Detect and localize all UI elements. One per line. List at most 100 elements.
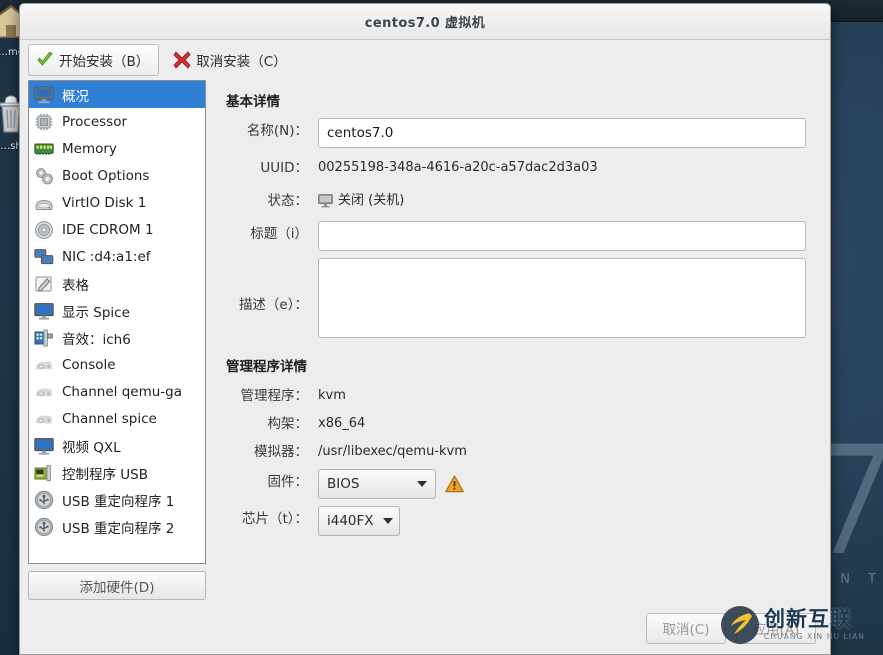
sidebar-item-12[interactable]: Channel spice — [29, 405, 205, 432]
sidebar-item-label: VirtIO Disk 1 — [62, 194, 147, 211]
sidebar-item-label: 表格 — [62, 277, 89, 294]
emulator-label: 模拟器： — [254, 444, 308, 460]
sidebar-item-15[interactable]: USB 重定向程序 1 — [29, 486, 205, 513]
cancel-button[interactable]: 取消(C) — [646, 612, 726, 644]
harddisk-icon — [34, 193, 54, 213]
sidebar-item-6[interactable]: NIC :d4:a1:ef — [29, 243, 205, 270]
hardware-sidebar: 概况 Processor Memory Boot Options VirtIO Disk… — [20, 80, 210, 610]
sidebar-item-label: NIC :d4:a1:ef — [62, 248, 151, 265]
hypervisor-value: kvm — [318, 388, 346, 403]
shutoff-monitor-icon — [318, 194, 333, 208]
console-icon — [34, 409, 54, 429]
firmware-value: BIOS — [327, 476, 360, 492]
basic-details-heading: 基本详情 — [226, 94, 280, 110]
name-input[interactable] — [318, 118, 806, 148]
chevron-down-icon — [417, 481, 427, 487]
sidebar-item-5[interactable]: IDE CDROM 1 — [29, 216, 205, 243]
sidebar-item-13[interactable]: 视频 QXL — [29, 432, 205, 459]
sidebar-item-10[interactable]: Console — [29, 351, 205, 378]
window-body: 概况 Processor Memory Boot Options VirtIO Disk… — [20, 80, 830, 610]
window-titlebar[interactable]: centos7.0 虚拟机 — [20, 4, 830, 40]
chevron-down-icon — [383, 518, 393, 524]
firmware-row: 固件： BIOS — [226, 469, 818, 499]
sidebar-item-label: 概况 — [62, 88, 89, 105]
status-value-wrap: 关闭 (关机) — [318, 188, 404, 214]
usb-icon — [34, 517, 54, 537]
hardware-list[interactable]: 概况 Processor Memory Boot Options VirtIO Disk… — [28, 80, 206, 564]
sidebar-item-8[interactable]: 显示 Spice — [29, 297, 205, 324]
title-label: 标题（i） — [250, 226, 308, 242]
details-pane: 基本详情 名称(N)： UUID： 00255198-348a-4616-a20… — [210, 80, 830, 610]
apply-button-label: 应用(A) — [752, 622, 800, 638]
sidebar-item-0[interactable]: 概况 — [29, 81, 205, 108]
memory-icon — [34, 139, 54, 159]
soundcard-icon — [34, 328, 54, 348]
monitor-icon — [34, 85, 54, 105]
window-title: centos7.0 虚拟机 — [364, 16, 486, 31]
description-row: 描述（e）： — [226, 258, 818, 338]
sidebar-item-label: Processor — [62, 113, 128, 130]
chipset-row: 芯片（t）： i440FX — [226, 506, 818, 536]
sidebar-item-label: 视频 QXL — [62, 439, 121, 456]
chipset-label: 芯片（t）： — [241, 511, 308, 527]
title-input[interactable] — [318, 221, 806, 251]
toolbar: 开始安装（B） 取消安装（C） — [20, 40, 830, 80]
add-hardware-label: 添加硬件(D) — [79, 579, 155, 596]
usb-icon — [34, 490, 54, 510]
add-hardware-button[interactable]: 添加硬件(D) — [28, 571, 206, 600]
name-row: 名称(N)： — [226, 118, 818, 148]
sidebar-item-14[interactable]: 控制程序 USB — [29, 459, 205, 486]
sidebar-item-4[interactable]: VirtIO Disk 1 — [29, 189, 205, 216]
cancel-installation-label: 取消安装（C） — [196, 54, 287, 70]
console-icon — [34, 355, 54, 375]
sidebar-item-7[interactable]: 表格 — [29, 270, 205, 297]
sidebar-item-1[interactable]: Processor — [29, 108, 205, 135]
sidebar-item-label: Channel qemu-ga — [62, 383, 183, 400]
sidebar-item-16[interactable]: USB 重定向程序 2 — [29, 513, 205, 540]
sidebar-item-label: 音效：ich6 — [62, 331, 131, 348]
tablet-pen-icon — [34, 274, 54, 294]
sidebar-item-label: Channel spice — [62, 410, 157, 427]
apply-button[interactable]: 应用(A) — [736, 612, 816, 644]
sidebar-item-11[interactable]: Channel qemu-ga — [29, 378, 205, 405]
network-icon — [34, 247, 54, 267]
begin-installation-button[interactable]: 开始安装（B） — [28, 44, 160, 76]
arch-label: 构架： — [267, 416, 309, 432]
vm-details-window: centos7.0 虚拟机 开始安装（B） 取消安装（C） 概况 Processo… — [19, 3, 831, 655]
sidebar-item-label: USB 重定向程序 1 — [62, 493, 175, 510]
sidebar-item-label: IDE CDROM 1 — [62, 221, 154, 238]
warning-icon — [445, 475, 464, 493]
sidebar-item-label: 控制程序 USB — [62, 466, 149, 483]
emulator-row: 模拟器： /usr/libexec/qemu-kvm — [226, 439, 818, 465]
sidebar-item-label: 显示 Spice — [62, 304, 130, 321]
red-x-icon — [173, 51, 191, 69]
sidebar-item-3[interactable]: Boot Options — [29, 162, 205, 189]
sidebar-item-9[interactable]: 音效：ich6 — [29, 324, 205, 351]
description-textarea[interactable] — [318, 258, 806, 338]
description-label: 描述（e）： — [238, 297, 308, 313]
status-label: 状态： — [267, 193, 309, 209]
uuid-label: UUID： — [260, 160, 308, 176]
sidebar-item-2[interactable]: Memory — [29, 135, 205, 162]
cancel-installation-button[interactable]: 取消安装（C） — [165, 44, 296, 76]
firmware-label: 固件： — [267, 474, 309, 490]
firmware-select[interactable]: BIOS — [318, 469, 436, 499]
controller-icon — [34, 463, 54, 483]
chipset-select[interactable]: i440FX — [318, 506, 400, 536]
display-icon — [34, 301, 54, 321]
sidebar-item-label: Console — [62, 356, 116, 373]
hypervisor-row: 管理程序： kvm — [226, 383, 818, 409]
name-label: 名称(N)： — [246, 123, 308, 139]
hypervisor-label: 管理程序： — [240, 388, 309, 404]
uuid-value: 00255198-348a-4616-a20c-a57dac2d3a03 — [318, 160, 598, 175]
gears-icon — [34, 166, 54, 186]
emulator-value: /usr/libexec/qemu-kvm — [318, 444, 467, 459]
status-value: 关闭 (关机) — [338, 193, 405, 208]
cancel-button-label: 取消(C) — [662, 622, 710, 638]
console-icon — [34, 382, 54, 402]
display-icon — [34, 436, 54, 456]
green-check-icon — [36, 51, 54, 69]
status-row: 状态： 关闭 (关机) — [226, 188, 818, 214]
chipset-value: i440FX — [327, 513, 374, 529]
sidebar-item-label: Boot Options — [62, 167, 150, 184]
